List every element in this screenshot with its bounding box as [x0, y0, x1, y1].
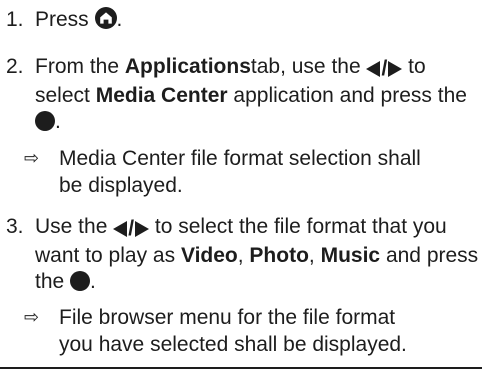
step-number: 1. — [6, 8, 24, 31]
step-text-segment: . — [116, 8, 123, 31]
video-label: Video — [180, 243, 238, 267]
punctuation: , — [237, 243, 244, 267]
result-arrow-icon: ⇨ — [24, 307, 40, 328]
result-text: File browser menu for the file format you… — [59, 305, 482, 358]
music-label: Music — [320, 243, 381, 267]
step-text-segment: tab, use the — [250, 55, 361, 78]
applications-tab-label: Applications — [124, 55, 251, 78]
step-text-segment: to select the file format — [154, 215, 367, 238]
ok-button-icon — [70, 271, 91, 291]
left-right-arrows-icon: / — [366, 56, 403, 83]
result-text-segment: you have selected shall be displayed. — [59, 332, 407, 356]
step-text-segment: . — [55, 110, 61, 133]
step-text-segment: . — [90, 270, 96, 293]
arrow-separator: / — [381, 57, 388, 80]
ok-button-icon — [35, 111, 55, 131]
result-arrow-icon: ⇨ — [24, 148, 40, 169]
step-number: 3. — [6, 215, 24, 238]
result-text-segment: be displayed. — [59, 173, 183, 197]
result-text-segment: File browser menu for the file format — [59, 306, 396, 329]
step-number: 2. — [6, 55, 24, 78]
step-text: From the Applicationstab, use the / to s… — [35, 54, 480, 136]
photo-label: Photo — [249, 243, 309, 267]
step-text-segment: Use the — [35, 215, 108, 238]
step-text-segment: press the — [380, 83, 467, 107]
step-text-segment: From the — [35, 55, 120, 78]
media-center-label: Media Center — [95, 83, 228, 107]
step-text-segment: application and — [233, 83, 375, 107]
home-icon — [94, 7, 117, 29]
step-text: Use the / to select the file format that… — [35, 214, 480, 296]
step-text-segment: Press — [35, 8, 89, 31]
left-right-arrows-icon: / — [113, 216, 150, 243]
arrow-separator: / — [128, 217, 135, 240]
punctuation: , — [308, 243, 315, 267]
step-text: Press . — [35, 7, 480, 34]
result-text-segment: Media Center file format selection shall — [59, 147, 421, 170]
result-text: Media Center file format selection shall… — [59, 146, 482, 199]
